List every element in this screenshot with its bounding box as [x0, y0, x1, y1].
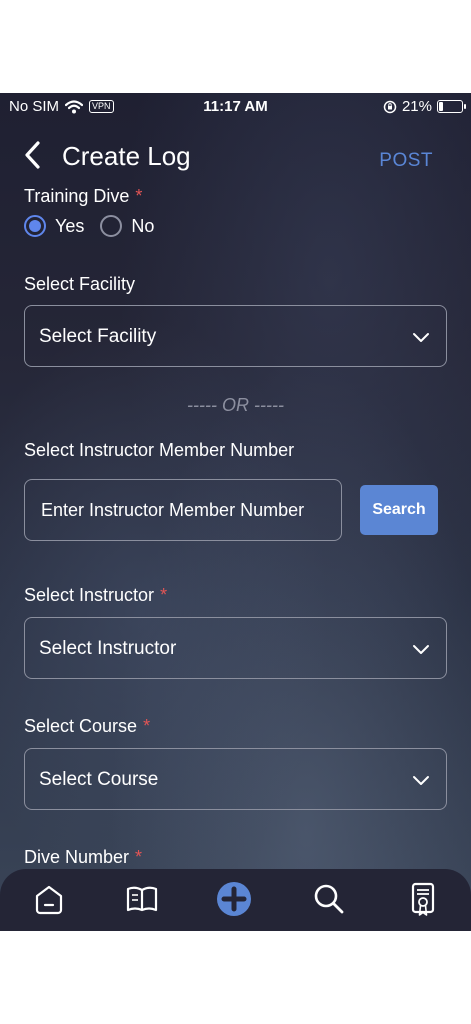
search-icon[interactable]	[311, 881, 347, 917]
instructor-number-input[interactable]	[24, 479, 342, 541]
certificate-icon[interactable]	[405, 881, 441, 917]
nav-home[interactable]	[31, 881, 67, 917]
status-right: 21%	[383, 98, 466, 115]
radio-no-label: No	[131, 215, 155, 236]
header: Create Log POST	[0, 133, 471, 179]
or-divider: ----- OR -----	[187, 395, 284, 415]
instructor-label-text: Select Instructor	[24, 585, 155, 605]
facility-label: Select Facility	[24, 274, 136, 294]
create-log-screen: No SIM VPN 11:17 AM 21% Create Log POST …	[0, 93, 471, 931]
training-dive-label-text: Training Dive	[24, 186, 130, 206]
dive-number-label-text: Dive Number	[24, 847, 130, 867]
course-label-text: Select Course	[24, 716, 138, 736]
chevron-down-icon	[413, 776, 429, 785]
radio-no[interactable]: No	[100, 215, 154, 237]
instructor-number-label: Select Instructor Member Number	[24, 440, 295, 460]
book-icon[interactable]	[124, 881, 160, 917]
training-dive-label: Training Dive *	[24, 186, 142, 207]
course-select-value: Select Course	[39, 769, 159, 790]
radio-yes-circle[interactable]	[24, 215, 46, 237]
page-title: Create Log	[62, 141, 191, 171]
radio-no-circle[interactable]	[100, 215, 123, 237]
nav-logbook[interactable]	[124, 881, 160, 917]
facility-select[interactable]: Select Facility	[24, 305, 447, 367]
required-mark: *	[143, 716, 151, 736]
required-mark: *	[160, 585, 168, 605]
chevron-down-icon	[413, 333, 429, 342]
instructor-label: Select Instructor *	[24, 585, 167, 606]
training-dive-radio-group: Yes No	[24, 215, 170, 237]
status-bar: No SIM VPN 11:17 AM 21%	[0, 93, 471, 119]
home-icon[interactable]	[31, 881, 67, 917]
battery-percent: 21%	[401, 98, 432, 115]
dive-number-label: Dive Number *	[24, 847, 142, 868]
facility-select-value: Select Facility	[39, 326, 157, 347]
add-icon[interactable]	[216, 881, 252, 917]
nav-add[interactable]	[216, 881, 252, 917]
back-arrow-icon[interactable]	[20, 139, 46, 171]
radio-yes-label: Yes	[55, 215, 85, 236]
battery-icon	[437, 100, 466, 113]
nav-search[interactable]	[311, 881, 347, 917]
course-select[interactable]: Select Course	[24, 748, 447, 810]
post-button[interactable]: POST	[379, 150, 433, 172]
required-mark: *	[135, 847, 143, 867]
battery-fill	[439, 102, 443, 111]
orientation-lock-icon	[383, 100, 397, 113]
bottom-nav	[0, 869, 471, 931]
battery-tip	[464, 104, 466, 109]
instructor-select[interactable]: Select Instructor	[24, 617, 447, 679]
radio-yes[interactable]: Yes	[24, 215, 84, 237]
chevron-down-icon	[413, 645, 429, 654]
instructor-select-value: Select Instructor	[39, 638, 177, 659]
course-label: Select Course *	[24, 716, 150, 737]
search-button[interactable]: Search	[360, 485, 438, 535]
nav-certifications[interactable]	[405, 881, 441, 917]
required-mark: *	[135, 186, 143, 206]
